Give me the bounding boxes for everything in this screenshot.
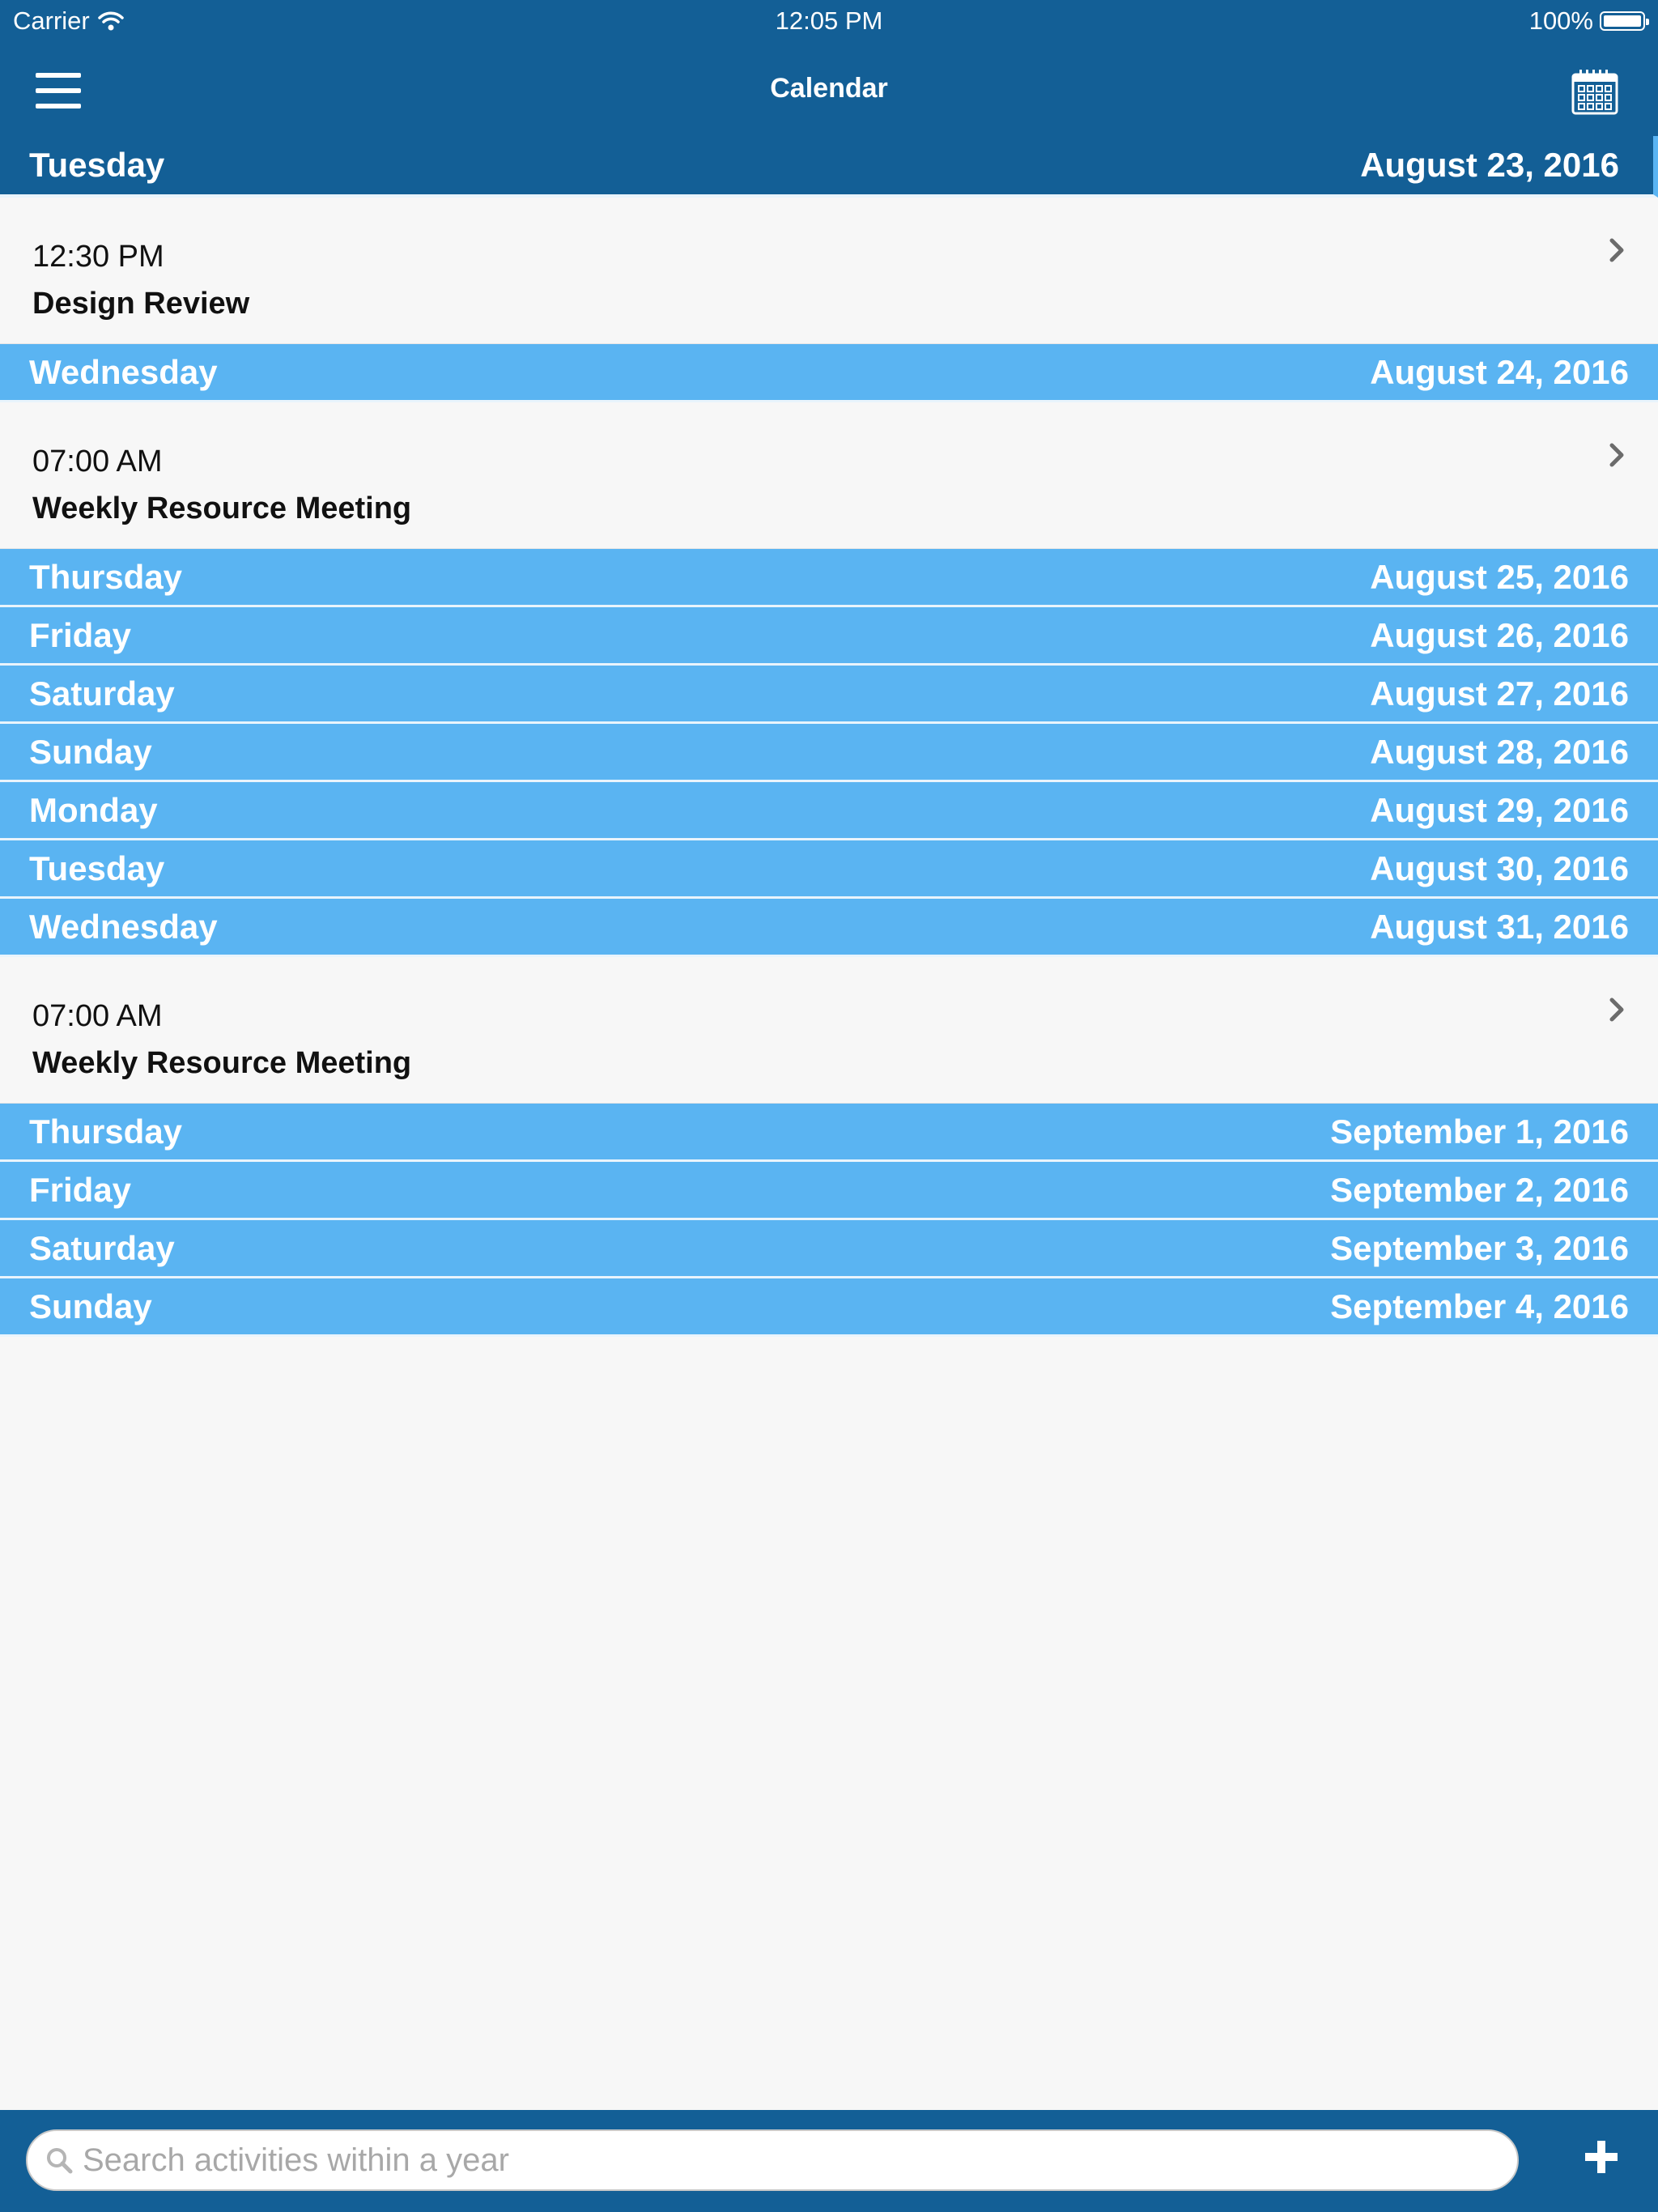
day-weekday: Sunday [29, 1287, 152, 1325]
plus-icon[interactable] [1577, 2133, 1626, 2181]
day-weekday: Tuesday [29, 146, 165, 184]
day-weekday: Wednesday [29, 907, 218, 946]
chevron-right-icon [1609, 998, 1624, 1022]
day-header[interactable]: Sunday September 4, 2016 [0, 1278, 1658, 1337]
day-header[interactable]: Saturday September 3, 2016 [0, 1220, 1658, 1278]
status-right: 100% [1528, 6, 1649, 36]
day-weekday: Friday [29, 1170, 132, 1209]
day-weekday: Thursday [29, 1112, 183, 1151]
day-weekday: Monday [29, 790, 158, 829]
status-bar: Carrier 12:05 PM 100% [0, 0, 1658, 45]
day-date: August 31, 2016 [1370, 907, 1629, 946]
battery-percent: 100% [1528, 6, 1593, 35]
page-title: Calendar [770, 73, 888, 104]
day-date: September 1, 2016 [1330, 1112, 1629, 1151]
chevron-right-icon [1609, 443, 1624, 467]
day-date: August 26, 2016 [1370, 615, 1629, 654]
search-bar[interactable] [26, 2129, 1519, 2191]
bottom-toolbar [0, 2110, 1658, 2212]
search-icon [47, 2148, 73, 2174]
day-date: August 30, 2016 [1370, 849, 1629, 887]
event-title: Weekly Resource Meeting [32, 1046, 412, 1080]
event-row[interactable]: 07:00 AM Weekly Resource Meeting [0, 957, 1658, 1104]
day-date: August 27, 2016 [1370, 674, 1629, 713]
day-weekday: Wednesday [29, 352, 218, 391]
day-date: August 24, 2016 [1370, 352, 1629, 391]
day-header[interactable]: Friday August 26, 2016 [0, 607, 1658, 666]
day-weekday: Tuesday [29, 849, 165, 887]
event-time: 07:00 AM [32, 999, 163, 1033]
event-row[interactable]: 12:30 PM Design Review [0, 198, 1658, 344]
day-header[interactable]: Tuesday August 30, 2016 [0, 840, 1658, 899]
day-header[interactable]: Thursday September 1, 2016 [0, 1104, 1658, 1162]
day-header[interactable]: Wednesday August 31, 2016 [0, 899, 1658, 957]
day-weekday: Saturday [29, 674, 175, 713]
day-weekday: Sunday [29, 732, 152, 771]
event-time: 12:30 PM [32, 240, 164, 274]
day-header[interactable]: Thursday August 25, 2016 [0, 549, 1658, 607]
chevron-right-icon [1609, 238, 1624, 262]
event-title: Weekly Resource Meeting [32, 491, 412, 525]
day-header[interactable]: Saturday August 27, 2016 [0, 666, 1658, 724]
event-row[interactable]: 07:00 AM Weekly Resource Meeting [0, 402, 1658, 549]
navigation-bar: Calendar [0, 45, 1658, 136]
search-input[interactable] [81, 2141, 1460, 2180]
day-header[interactable]: Tuesday August 23, 2016 [0, 136, 1658, 198]
battery-icon [1600, 11, 1649, 31]
day-weekday: Saturday [29, 1228, 175, 1267]
day-date: September 4, 2016 [1330, 1287, 1629, 1325]
calendar-icon[interactable] [1571, 68, 1619, 117]
event-time: 07:00 AM [32, 445, 163, 479]
status-time: 12:05 PM [775, 6, 883, 35]
day-date: August 28, 2016 [1370, 732, 1629, 771]
day-header[interactable]: Monday August 29, 2016 [0, 782, 1658, 840]
day-date: August 25, 2016 [1370, 557, 1629, 596]
day-date: August 23, 2016 [1360, 146, 1619, 184]
day-date: September 3, 2016 [1330, 1228, 1629, 1267]
day-header[interactable]: Sunday August 28, 2016 [0, 724, 1658, 782]
day-weekday: Friday [29, 615, 132, 654]
agenda-list: Tuesday August 23, 2016 12:30 PM Design … [0, 136, 1658, 1337]
day-header[interactable]: Wednesday August 24, 2016 [0, 344, 1658, 402]
day-date: September 2, 2016 [1330, 1170, 1629, 1209]
day-weekday: Thursday [29, 557, 183, 596]
day-date: August 29, 2016 [1370, 790, 1629, 829]
day-header[interactable]: Friday September 2, 2016 [0, 1162, 1658, 1220]
event-title: Design Review [32, 287, 250, 321]
